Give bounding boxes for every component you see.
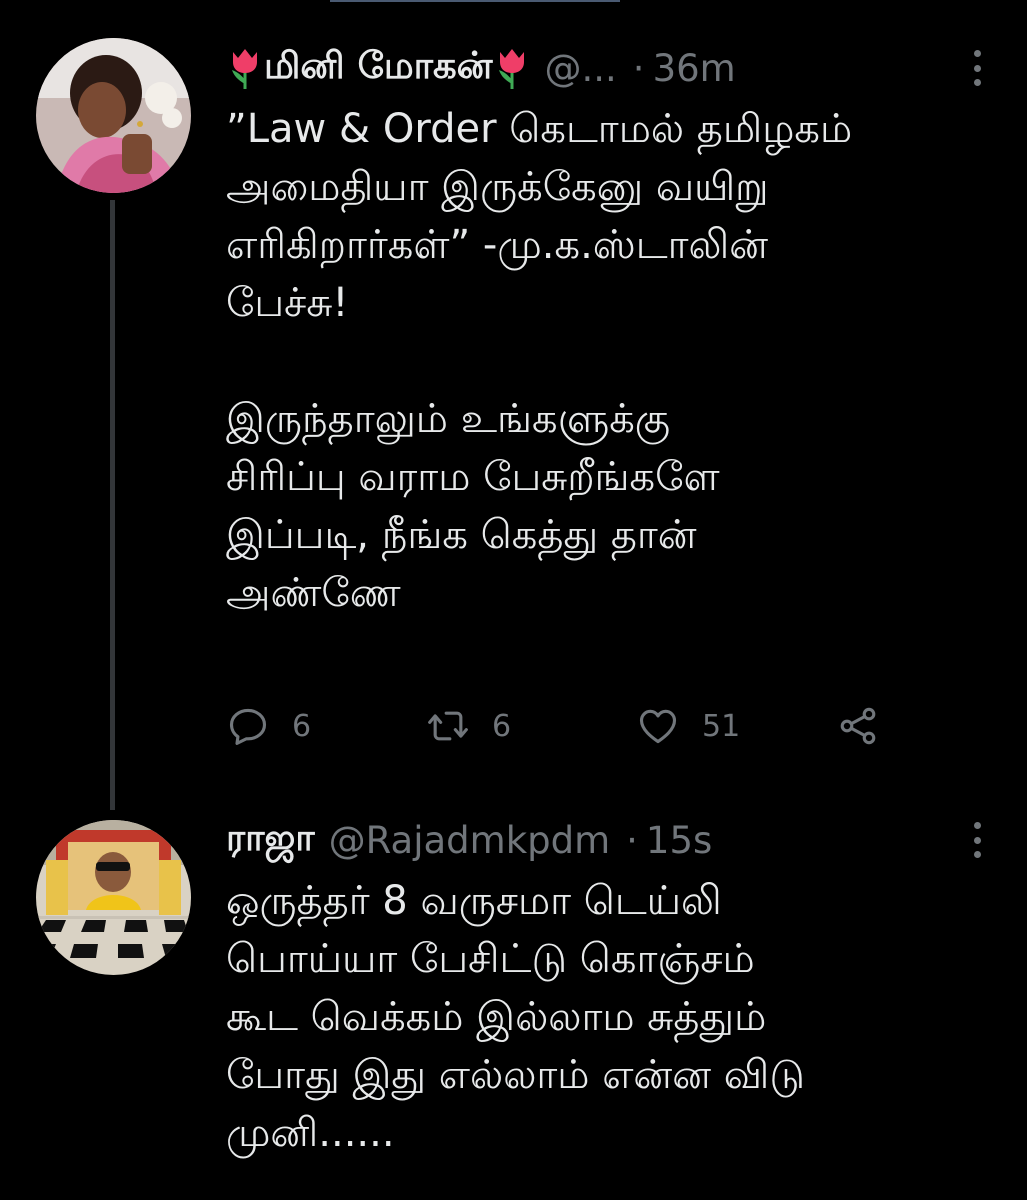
handle[interactable]: @... bbox=[545, 47, 617, 90]
separator-dot: · bbox=[632, 46, 645, 90]
text-line: பொய்யா பேசிட்டு கொஞ்சம் bbox=[226, 936, 755, 982]
text-gap bbox=[226, 332, 997, 390]
text-line: சிரிப்பு வராம பேசுறீங்களே bbox=[226, 454, 720, 500]
tweet-header: மினி மோகன் @... · 36m bbox=[226, 38, 1007, 98]
like-count: 51 bbox=[702, 708, 741, 744]
retweet-icon bbox=[428, 711, 468, 741]
reply-icon bbox=[229, 708, 267, 745]
reply-button[interactable]: 6 bbox=[226, 700, 311, 752]
text-line: ”Law & Order கெடாமல் தமிழகம் bbox=[226, 106, 853, 152]
handle[interactable]: @Rajadmkpdm bbox=[329, 819, 611, 862]
avatar-photo bbox=[36, 820, 191, 975]
tulip-icon bbox=[226, 46, 264, 90]
text-line: எரிகிறார்கள்” -மு.க.ஸ்டாலின் bbox=[226, 222, 769, 268]
share-button[interactable] bbox=[836, 700, 880, 752]
text-line: கூட வெக்கம் இல்லாம சுத்தும் bbox=[226, 994, 767, 1040]
like-icon bbox=[639, 709, 677, 744]
text-line: முனி...... bbox=[226, 1110, 395, 1156]
text-line: ஒருத்தர் 8 வருசமா டெய்லி bbox=[226, 878, 722, 924]
share-icon bbox=[840, 707, 876, 745]
timestamp[interactable]: 36m bbox=[653, 47, 736, 90]
avatar[interactable] bbox=[36, 820, 191, 975]
retweet-button[interactable]: 6 bbox=[426, 700, 511, 752]
text-line: இப்படி, நீங்க கெத்து தான் bbox=[226, 512, 697, 558]
retweet-count: 6 bbox=[492, 708, 512, 744]
text-line: பேச்சு! bbox=[226, 280, 349, 326]
display-name[interactable]: ராஜா bbox=[226, 816, 315, 864]
text-line: அண்ணே bbox=[226, 570, 401, 616]
tweet-card[interactable]: மினி மோகன் @... · 36m ”Law & Order கெடாம… bbox=[0, 0, 1027, 800]
avatar-photo bbox=[36, 38, 191, 193]
display-name[interactable]: மினி மோகன் bbox=[264, 44, 493, 92]
timestamp[interactable]: 15s bbox=[646, 819, 712, 862]
tweet-text: ”Law & Order கெடாமல் தமிழகம் அமைதியா இரு… bbox=[226, 100, 997, 622]
tweet-card[interactable]: ராஜா @Rajadmkpdm · 15s ஒருத்தர் 8 வருசமா… bbox=[0, 800, 1027, 1200]
avatar[interactable] bbox=[36, 38, 191, 193]
tweet-actions: 6 6 51 bbox=[226, 700, 926, 752]
more-icon[interactable] bbox=[973, 50, 981, 86]
text-line: இருந்தாலும் உங்களுக்கு bbox=[226, 396, 671, 442]
more-icon[interactable] bbox=[973, 822, 981, 858]
like-button[interactable]: 51 bbox=[636, 700, 740, 752]
separator-dot: · bbox=[626, 818, 638, 862]
tweet-text: ஒருத்தர் 8 வருசமா டெய்லி பொய்யா பேசிட்டு… bbox=[226, 872, 997, 1162]
reply-count: 6 bbox=[292, 708, 312, 744]
text-line: போது இது எல்லாம் என்ன விடு bbox=[226, 1052, 805, 1098]
tulip-icon bbox=[493, 46, 531, 90]
text-line: அமைதியா இருக்கேனு வயிறு bbox=[226, 164, 769, 210]
tweet-header: ராஜா @Rajadmkpdm · 15s bbox=[226, 810, 1007, 870]
